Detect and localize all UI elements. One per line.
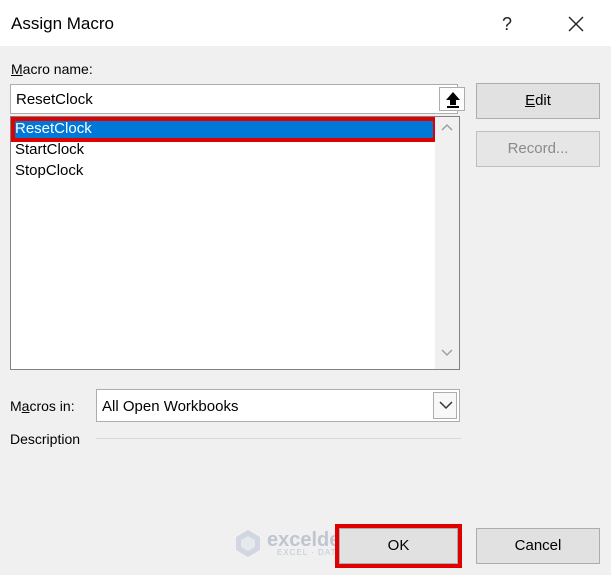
record-button[interactable]: Record...	[476, 131, 600, 167]
chevron-down-icon	[439, 401, 453, 410]
list-item[interactable]: StopClock	[13, 161, 433, 181]
dialog-title: Assign Macro	[11, 14, 114, 33]
collapse-dialog-button[interactable]	[439, 87, 465, 111]
upload-arrow-icon	[446, 92, 460, 108]
macro-name-input[interactable]: ResetClock	[10, 84, 465, 114]
description-divider	[96, 438, 461, 439]
list-scrollbar[interactable]	[435, 117, 459, 369]
edit-button[interactable]: Edit	[476, 83, 600, 119]
close-icon	[568, 16, 584, 32]
macros-in-dropdown[interactable]: All Open Workbooks	[96, 389, 460, 422]
ok-highlight-annotation	[335, 524, 462, 568]
chevron-up-icon[interactable]	[441, 123, 453, 131]
title-bar: Assign Macro ?	[0, 0, 611, 46]
selection-highlight-annotation	[11, 117, 437, 142]
cancel-button[interactable]: Cancel	[476, 528, 600, 564]
macros-in-value: All Open Workbooks	[102, 398, 239, 415]
exceldemy-logo-icon	[236, 530, 260, 557]
macros-in-label: Macros in:	[10, 398, 75, 414]
macro-name-value: ResetClock	[16, 91, 93, 108]
macro-list[interactable]: ResetClock StartClock StopClock	[10, 116, 460, 370]
macro-name-label: Macro name:	[11, 61, 93, 77]
help-button[interactable]: ?	[492, 10, 522, 38]
list-item[interactable]: StartClock	[13, 140, 433, 160]
close-button[interactable]	[561, 10, 591, 38]
description-label: Description	[10, 431, 81, 447]
chevron-down-icon[interactable]	[441, 349, 453, 357]
dropdown-button[interactable]	[433, 392, 457, 419]
